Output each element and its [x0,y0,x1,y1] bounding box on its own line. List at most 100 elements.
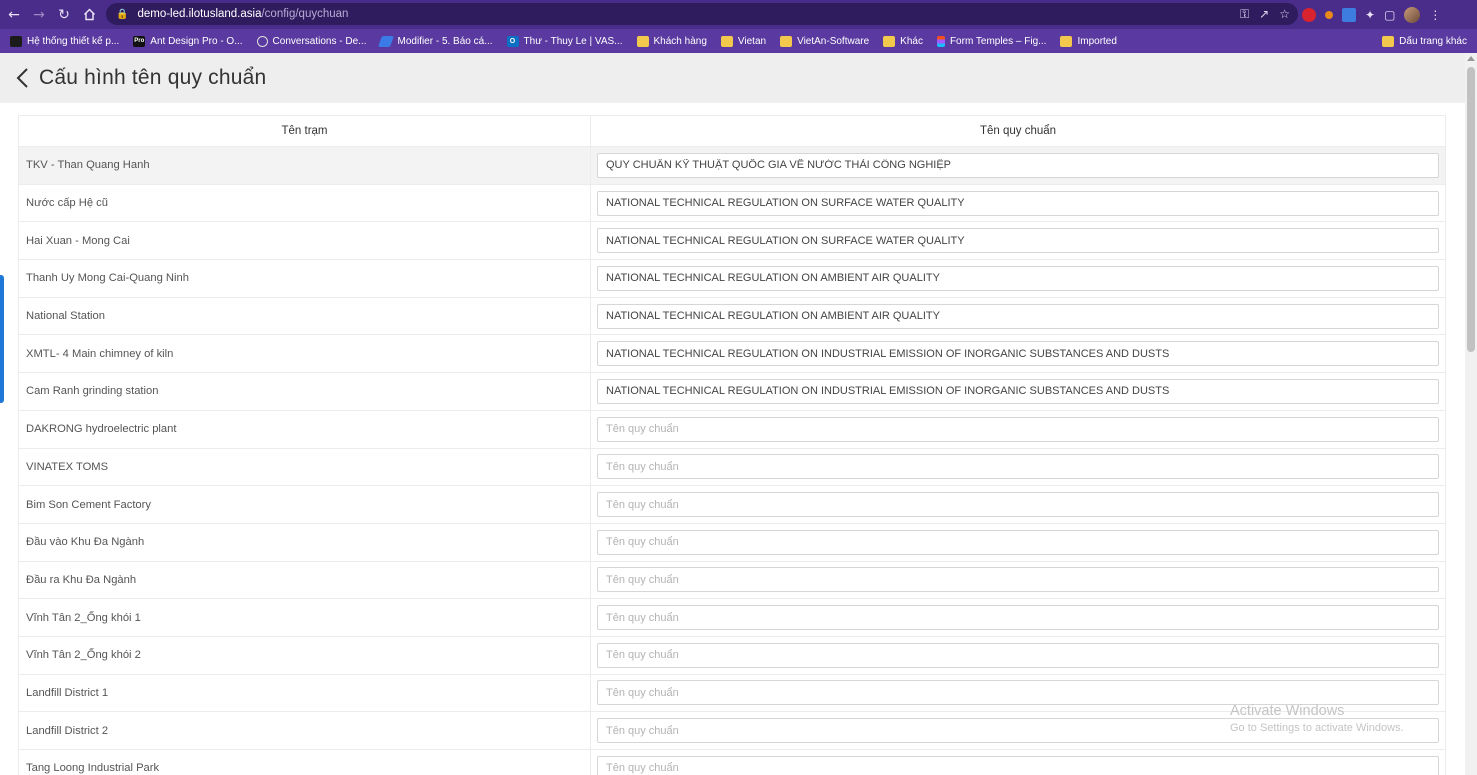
table-row: National Station [19,297,1445,336]
station-name: Đầu ra Khu Đa Ngành [19,561,591,599]
reload-icon[interactable]: ↻ [53,4,75,26]
standard-name-input[interactable] [597,454,1439,480]
table-row: Hai Xuan - Mong Cai [19,222,1445,261]
bookmark-item[interactable]: Modifier - 5. Báo cá... [378,35,493,47]
table-row: DAKRONG hydroelectric plant [19,410,1445,449]
table-row: Landfill District 1 [19,674,1445,713]
standard-cell [591,185,1445,222]
outlook-icon: O [506,35,519,47]
standard-name-input[interactable] [597,529,1439,555]
translate-extension-icon[interactable] [1342,8,1356,22]
bookmark-folder[interactable]: VietAn-Software [780,35,869,47]
browser-toolbar: ← → ↻ 🔒 demo-led.ilotusland.asia/config/… [0,0,1477,29]
station-name: TKV - Than Quang Hanh [19,147,591,184]
puzzle-icon[interactable]: ✦ [1365,8,1375,22]
scrollbar-thumb[interactable] [1467,67,1475,352]
scroll-up-icon[interactable] [1467,56,1475,61]
station-name: Hai Xuan - Mong Cai [19,222,591,260]
standard-cell [591,637,1445,674]
bookmark-folder[interactable]: Imported [1060,35,1117,47]
forward-arrow-icon[interactable]: → [28,4,50,26]
standard-name-input[interactable] [597,755,1439,775]
standard-name-input[interactable] [597,152,1439,178]
bookmark-item[interactable]: Pro Ant Design Pro - O... [133,35,243,47]
station-name: Tang Loong Industrial Park [19,750,591,775]
avatar[interactable] [1404,7,1421,23]
standard-name-input[interactable] [597,378,1439,404]
standard-name-input[interactable] [597,492,1439,518]
bookmark-item[interactable]: Form Temples – Fig... [936,35,1046,47]
standard-name-input[interactable] [597,680,1439,706]
table-row: Vĩnh Tân 2_Ống khói 1 [19,599,1445,637]
station-name: Bim Son Cement Factory [19,486,591,523]
conversations-icon [256,35,268,47]
other-bookmarks[interactable]: Dấu trang khác [1382,29,1467,53]
bookmark-folder[interactable]: Khách hàng [636,35,707,47]
table-row: Thanh Uy Mong Cai-Quang Ninh [19,260,1445,298]
standard-cell [591,298,1445,335]
table-row: Vĩnh Tân 2_Ống khói 2 [19,636,1445,675]
standard-cell [591,750,1445,775]
standard-cell [591,147,1445,184]
standard-cell [591,562,1445,599]
standard-cell [591,449,1445,486]
scrollbar[interactable] [1465,53,1477,775]
column-header-standard: Tên quy chuẩn [979,125,1057,137]
modifier-icon [378,35,395,47]
standard-name-input[interactable] [597,567,1439,593]
folder-icon [720,35,733,47]
table-row: Cam Ranh grinding station [19,373,1445,411]
bookmark-item[interactable]: O Thư - Thuy Le | VAS... [506,35,623,47]
standard-name-input[interactable] [597,303,1439,329]
page-header: Cấu hình tên quy chuẩn [0,53,1465,103]
standard-cell [591,373,1445,410]
standard-name-input[interactable] [597,718,1439,744]
standard-name-input[interactable] [597,265,1439,291]
address-bar[interactable]: 🔒 demo-led.ilotusland.asia/config/quychu… [106,3,1298,25]
table-row: VINATEX TOMS [19,448,1445,487]
lock-icon: 🔒 [116,8,129,20]
share-icon[interactable]: ↗ [1259,7,1269,21]
side-drawer-handle[interactable] [0,275,4,403]
standard-cell [591,335,1445,372]
station-name: XMTL- 4 Main chimney of kiln [19,335,591,373]
star-icon[interactable]: ☆ [1279,7,1290,21]
station-name: Landfill District 2 [19,712,591,749]
sidebar-toggle-icon[interactable]: ▢ [1384,8,1395,22]
pro-icon: Pro [133,35,146,47]
bookmark-item[interactable]: Hệ thống thiết kế p... [10,35,119,47]
folder-icon [636,35,649,47]
bookmark-item[interactable]: Conversations - De... [256,35,366,47]
standard-name-input[interactable] [597,228,1439,254]
table-row: Đầu vào Khu Đa Ngành [19,523,1445,562]
table-row: Tang Loong Industrial Park [19,750,1445,775]
key-icon[interactable]: ⚿ [1240,7,1249,22]
bookmarks-bar: Hệ thống thiết kế p... Pro Ant Design Pro… [0,29,1477,53]
standard-name-input[interactable] [597,605,1439,631]
back-arrow-icon[interactable]: ← [3,4,25,26]
folder-icon [780,35,793,47]
standard-cell [591,260,1445,297]
standard-cell [591,222,1445,259]
station-name: DAKRONG hydroelectric plant [19,410,591,448]
extension-red-icon[interactable] [1302,8,1316,22]
figma-icon [936,35,945,47]
chevron-left-icon[interactable] [10,65,36,91]
bookmark-folder[interactable]: Vietan [720,35,766,47]
standard-name-input[interactable] [597,642,1439,668]
folder-icon [1382,35,1395,47]
home-icon[interactable] [78,4,100,26]
page-title: Cấu hình tên quy chuẩn [39,66,267,89]
url-path: /config/quychuan [261,8,349,20]
standard-name-input[interactable] [597,416,1439,442]
station-name: National Station [19,297,591,335]
bookmark-folder[interactable]: Khác [883,35,923,47]
standard-name-input[interactable] [597,190,1439,216]
folder-icon [883,35,896,47]
standard-name-input[interactable] [597,341,1439,367]
station-name: Thanh Uy Mong Cai-Quang Ninh [19,260,591,297]
standard-cell [591,486,1445,523]
extension-orange-icon[interactable] [1325,11,1333,19]
zoom-icon [10,35,22,47]
more-menu-icon[interactable]: ⋮ [1429,8,1441,22]
